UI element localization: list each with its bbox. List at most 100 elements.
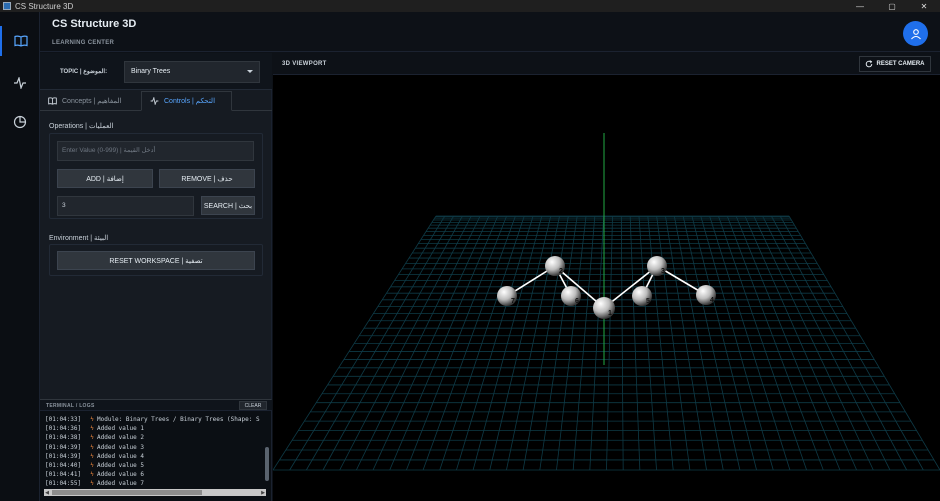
- node-label: 7: [511, 298, 515, 305]
- grid-line: [735, 215, 841, 471]
- node-label: 1: [608, 310, 612, 317]
- user-avatar-button[interactable]: [903, 21, 928, 46]
- terminal-panel: TERMINAL / LOGS CLEAR [01:04:33] ϟ Module:…: [40, 399, 272, 501]
- grid-line: [506, 215, 560, 471]
- log-time: [01:04:40]: [45, 462, 82, 470]
- bolt-icon: ϟ: [90, 480, 94, 488]
- grid-line: [322, 215, 463, 471]
- add-button[interactable]: ADD | إضافة: [57, 169, 153, 188]
- app-title: CS Structure 3D: [52, 18, 137, 30]
- grid-line: [472, 215, 543, 471]
- clear-logs-button[interactable]: CLEAR: [239, 401, 267, 410]
- bolt-icon: ϟ: [90, 452, 94, 460]
- tree-node[interactable]: 6: [561, 286, 581, 306]
- viewport-title: 3D VIEWPORT: [282, 61, 327, 67]
- remove-button[interactable]: REMOVE | حذف: [159, 169, 255, 188]
- log-vertical-scrollbar[interactable]: [264, 413, 270, 493]
- grid-line: [656, 215, 691, 471]
- log-message: Added value 4: [97, 452, 144, 460]
- grid-line: [762, 215, 891, 471]
- grid-line: [456, 215, 534, 471]
- log-line: [01:04:40] ϟ Added value 5: [45, 461, 265, 470]
- chevron-down-icon: [247, 70, 253, 73]
- user-icon: [910, 28, 921, 39]
- panel-tabs: Concepts | المفاهيم Controls | التحكم: [40, 91, 272, 111]
- log-horizontal-scrollbar[interactable]: ◀ ▶: [44, 489, 266, 496]
- app-header: CS Structure 3D LEARNING CENTER: [40, 12, 940, 52]
- grid-line: [709, 215, 791, 471]
- reset-workspace-button[interactable]: RESET WORKSPACE | تصفية: [57, 251, 255, 270]
- terminal-title: TERMINAL / LOGS: [46, 403, 95, 409]
- nav-activity-button[interactable]: [0, 68, 40, 98]
- tree-node[interactable]: 5: [632, 286, 652, 306]
- tree-node[interactable]: 3: [647, 256, 667, 276]
- topic-row: TOPIC | الموضوع: Binary Trees: [40, 53, 272, 90]
- tree-node[interactable]: 7: [497, 286, 517, 306]
- grid-line: [620, 215, 624, 471]
- grid-line: [673, 215, 724, 471]
- grid-line: [726, 215, 824, 471]
- search-input[interactable]: 3: [57, 196, 194, 216]
- log-line: [01:04:39] ϟ Added value 3: [45, 443, 265, 452]
- bolt-icon: ϟ: [90, 462, 94, 470]
- grid-line: [489, 215, 552, 471]
- log-message: Added value 5: [97, 462, 144, 470]
- 3d-scene-canvas[interactable]: 1 2 3 4 5 6 7: [273, 75, 940, 501]
- nav-rail: [0, 12, 40, 501]
- log-time: [01:04:33]: [45, 416, 82, 424]
- book-icon: [14, 35, 28, 47]
- log-message: Added value 7: [97, 480, 144, 488]
- activity-icon: [150, 97, 159, 105]
- window-title: CS Structure 3D: [15, 1, 74, 11]
- floor-grid: [273, 215, 940, 471]
- grid-line: [273, 215, 437, 471]
- close-button[interactable]: ✕: [908, 0, 940, 12]
- grid-line: [770, 215, 908, 471]
- bolt-icon: ϟ: [90, 471, 94, 479]
- minimize-button[interactable]: —: [844, 0, 876, 12]
- book-icon: [48, 97, 57, 105]
- value-input[interactable]: Enter Value (0-999) | أدخل القيمة: [57, 141, 254, 161]
- tab-concepts[interactable]: Concepts | المفاهيم: [40, 91, 140, 111]
- nav-learning-button[interactable]: [0, 26, 40, 56]
- node-label: 6: [575, 298, 579, 305]
- tab-controls-label: Controls | التحكم: [164, 98, 216, 105]
- operations-box: Enter Value (0-999) | أدخل القيمة ADD | …: [49, 133, 263, 219]
- log-message: Added value 2: [97, 434, 144, 442]
- grid-line: [665, 215, 707, 471]
- log-time: [01:04:38]: [45, 434, 82, 442]
- maximize-button[interactable]: ▢: [876, 0, 908, 12]
- tree-node[interactable]: 1: [593, 297, 615, 319]
- scrollbar-thumb[interactable]: [52, 490, 202, 495]
- scrollbar-thumb[interactable]: [265, 447, 269, 481]
- log-message: Module: Binary Trees / Binary Trees (Sha…: [97, 416, 260, 424]
- node-label: 5: [646, 298, 650, 305]
- bolt-icon: ϟ: [90, 416, 94, 424]
- log-list: [01:04:33] ϟ Module: Binary Trees / Binary…: [45, 415, 265, 489]
- log-time: [01:04:39]: [45, 443, 82, 451]
- bolt-icon: ϟ: [90, 443, 94, 451]
- nav-stats-button[interactable]: [0, 107, 40, 137]
- tab-controls[interactable]: Controls | التحكم: [141, 91, 232, 111]
- grid-line: [629, 215, 641, 471]
- reset-camera-button[interactable]: RESET CAMERA: [859, 56, 931, 72]
- bolt-icon: ϟ: [90, 434, 94, 442]
- grid-line: [638, 215, 657, 471]
- window-titlebar: CS Structure 3D — ▢ ✕: [0, 0, 940, 12]
- refresh-icon: [866, 60, 873, 68]
- viewport-header: 3D VIEWPORT RESET CAMERA: [273, 53, 940, 75]
- tree-node[interactable]: 4: [696, 285, 716, 305]
- control-panel: TOPIC | الموضوع: Binary Trees Concepts |…: [40, 53, 272, 399]
- scroll-left-icon[interactable]: ◀: [44, 489, 50, 496]
- environment-label: Environment | البيئة: [49, 235, 109, 242]
- node-label: 2: [559, 268, 563, 275]
- log-line: [01:04:38] ϟ Added value 2: [45, 433, 265, 442]
- grid-line: [691, 215, 757, 471]
- scroll-right-icon[interactable]: ▶: [260, 489, 266, 496]
- search-button[interactable]: SEARCH | بحث: [201, 196, 255, 215]
- topic-select[interactable]: Binary Trees: [124, 61, 260, 83]
- tree-node[interactable]: 2: [545, 256, 565, 276]
- activity-icon: [14, 77, 26, 89]
- log-message: Added value 3: [97, 443, 144, 451]
- log-line: [01:04:39] ϟ Added value 4: [45, 452, 265, 461]
